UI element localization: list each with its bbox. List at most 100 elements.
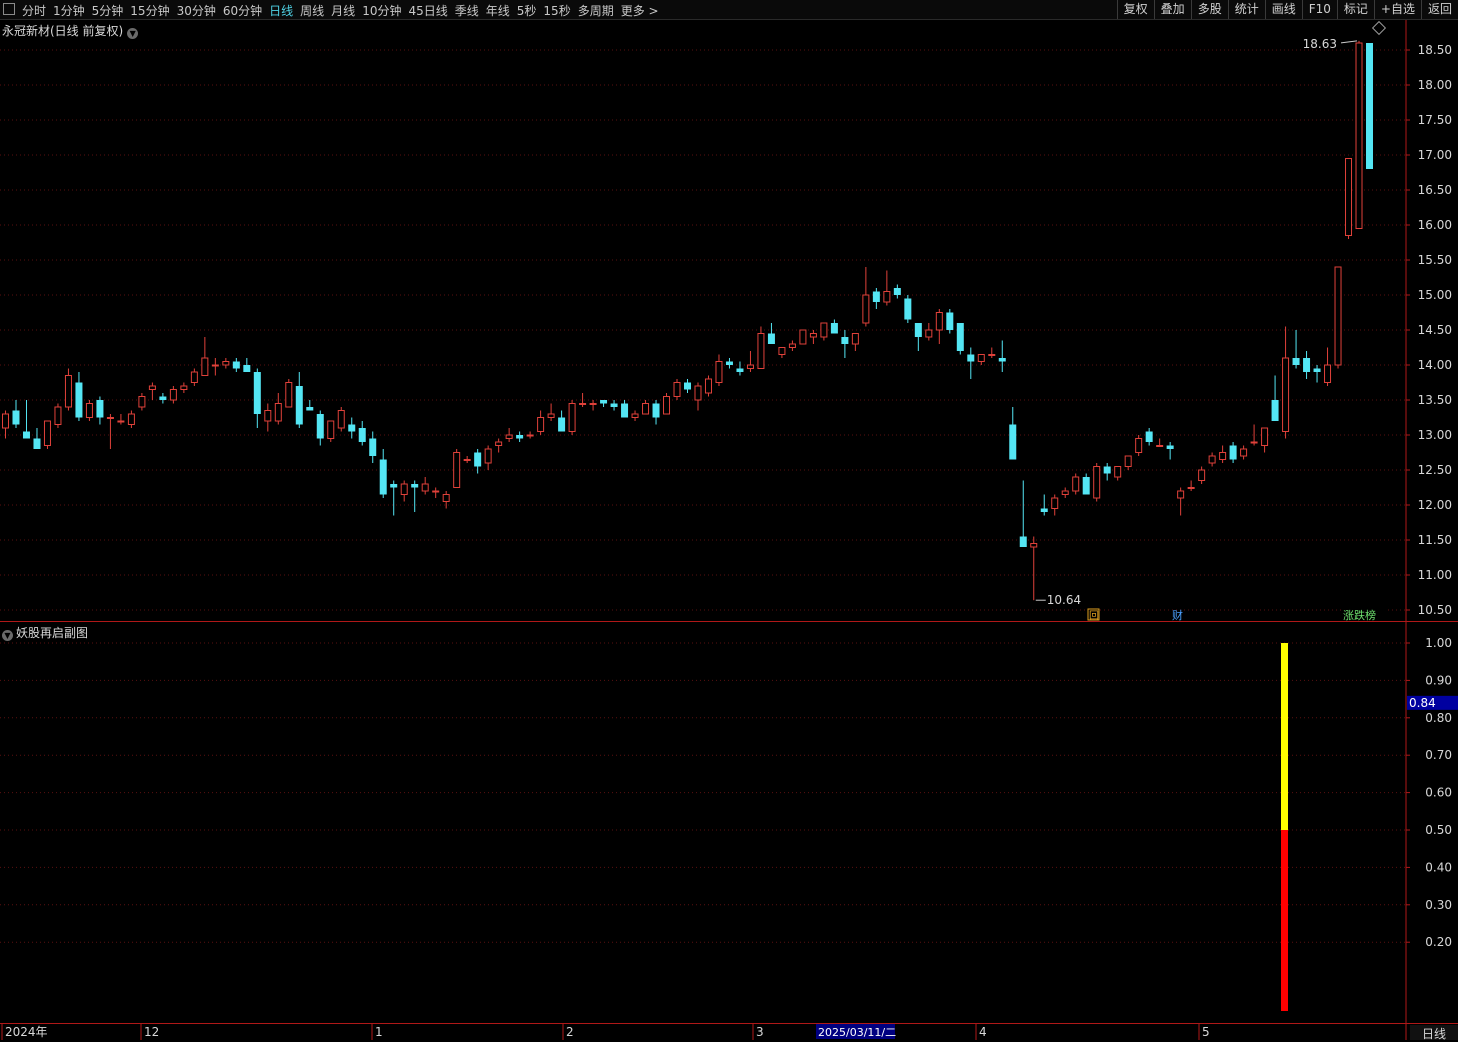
candle-body-up [1334,266,1342,366]
candle-body-up [883,291,891,303]
candle-body-down [253,372,261,414]
price-tick-label: 16.50 [1418,183,1452,197]
candle-body-down [652,403,660,418]
price-tick-label: 13.00 [1418,428,1452,442]
ranking-marker-label: 涨跌榜 [1343,608,1376,622]
chevron-down-icon[interactable]: ▼ [2,630,13,641]
candle-body-down [369,438,377,456]
time-axis-label: 2024年 [5,1025,48,1039]
candle-body-up [54,406,62,425]
candle-body-up [264,410,272,422]
candle-body-down [232,361,240,369]
candle-body-up [1124,455,1132,467]
candle-body-up [1051,497,1059,509]
candle-body-up [526,434,534,437]
candle-body-down [306,407,314,411]
high-price-label: 18.63 [1303,37,1337,51]
candle-body-down [12,410,20,425]
candle-body-up [988,354,996,356]
candle-body-down [159,396,167,400]
candle-body-down [893,288,901,295]
time-axis-label: 3 [756,1025,764,1039]
price-tick-label: 11.50 [1418,533,1452,547]
candle-body-up [820,322,828,338]
candle-body-up [925,329,933,338]
candle-body-up [715,361,723,383]
indicator-bar-yellow [1281,643,1288,830]
candle-body-up [642,403,650,415]
candle-body-up [757,333,765,369]
candle-body-up [1250,441,1258,444]
time-axis-label: 1 [375,1025,383,1039]
candle-body-up [1177,490,1185,499]
low-price-label: 10.64 [1047,593,1081,607]
candle-body-down [411,484,419,488]
candle-body-down [558,417,566,432]
candle-body-up [1198,469,1206,481]
candle-body-up [285,382,293,408]
sub-tick-label: 0.40 [1425,860,1452,874]
candle-body-down [736,368,744,372]
price-tick-label: 18.00 [1418,78,1452,92]
candle-body-up [1282,357,1290,432]
candle-body-down [621,403,629,418]
sub-tick-label: 0.80 [1425,711,1452,725]
candle-body-up [547,413,555,418]
highlight-date-label: 2025/03/11/二 [818,1026,896,1039]
candle-body-up [148,385,156,390]
candle-body-up [495,441,503,446]
candle-body-up [1061,490,1069,495]
candle-body-down [830,323,838,334]
candle-body-up [64,375,72,408]
candle-body-up [809,333,817,338]
high-arrow [1340,40,1358,44]
candle-body-up [453,452,461,488]
candle-body-up [484,448,492,464]
time-axis-label: 2 [566,1025,574,1039]
candle-body-down [75,382,83,418]
candle-body-up [127,413,135,425]
candle-body-down [1103,466,1111,474]
kline-chart[interactable]: 18.50 18.00 17.50 17.00 16.50 16.00 15.50 15.00… [0,0,1458,1040]
sub-tick-label: 0.70 [1425,748,1452,762]
price-tick-label: 15.50 [1418,253,1452,267]
candle-body-down [96,400,104,418]
candle-body-up [589,403,597,405]
candle-body-down [22,431,30,439]
candle-body-up [778,347,786,355]
candle-body-down [243,365,251,372]
candle-body-down [348,424,356,432]
candle-body-up [327,420,335,439]
candle-body-up [935,312,943,331]
candle-body-down [474,452,482,467]
candle-body-down [872,291,880,302]
candle-body-up [400,483,408,495]
candle-body-up [463,459,471,461]
candle-body-down [1271,400,1279,421]
sub-tick-label: 0.60 [1425,786,1452,800]
candle-body-up [746,364,754,369]
candle-body-up [85,403,93,418]
price-tick-label: 14.50 [1418,323,1452,337]
candle-body-down [1229,445,1237,460]
sub-chart-title[interactable]: ▼ 妖股再启副图 [2,624,88,641]
candle-body-down [358,428,366,442]
candle-body-up [43,420,51,446]
indicator-bar-red [1281,830,1288,1011]
candle-body-up [631,413,639,418]
candle-body-up [663,396,671,415]
candle-body-up [1156,445,1164,447]
price-tick-label: 15.00 [1418,288,1452,302]
candle-body-up [106,417,114,419]
time-axis-label: 4 [979,1025,987,1039]
price-tick-label: 10.50 [1418,603,1452,617]
sub-tick-label: 1.00 [1425,636,1452,650]
candle-body-down [295,386,303,425]
candle-body-up [1135,438,1143,453]
candle-body-up [694,385,702,401]
finance-marker-label: 财 [1172,608,1183,622]
candle-body-up [568,403,576,432]
candle-body-up [862,294,870,324]
candle-body-up [799,329,807,345]
candle-body-up [1324,364,1332,383]
